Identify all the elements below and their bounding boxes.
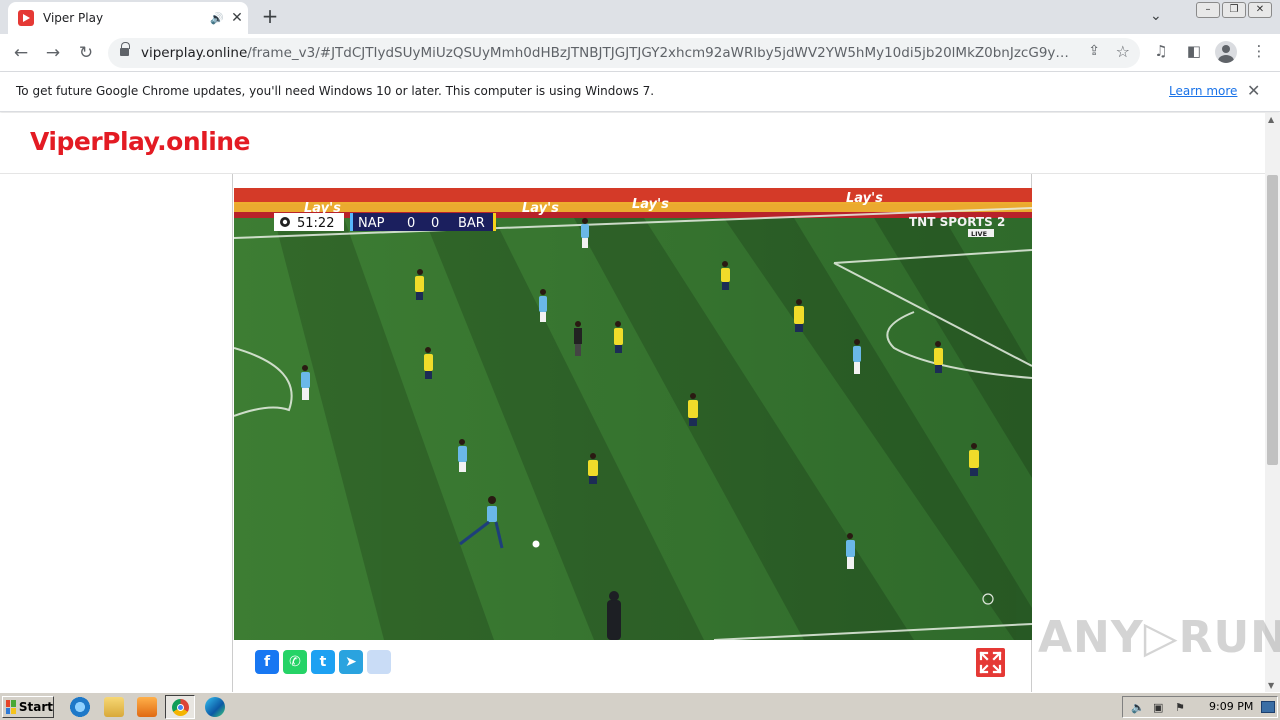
away-team: BAR <box>458 216 485 231</box>
media-control-icon[interactable]: ♫ <box>1150 42 1172 60</box>
volume-icon[interactable]: 🔈 <box>1131 701 1145 714</box>
chrome-update-infobar: To get future Google Chrome updates, you… <box>0 72 1280 112</box>
player-container: Lay's Lay's Lay's Lay's 51:22 NAP 0 0 BA… <box>232 174 1032 692</box>
internet-explorer-icon[interactable] <box>70 697 90 717</box>
ad-logo: Lay's <box>522 201 559 216</box>
scrollbar-thumb[interactable] <box>1267 175 1278 465</box>
broadcaster-name: TNT SPORTS 2 <box>909 215 1005 229</box>
tab-strip: Viper Play 🔊 ✕ + ⌄ – ❐ ✕ <box>0 0 1280 34</box>
flag-icon[interactable]: ⚑ <box>1175 701 1189 714</box>
more-share-button[interactable] <box>367 650 391 674</box>
facebook-share-button[interactable]: f <box>255 650 279 674</box>
fullscreen-button[interactable] <box>976 648 1005 677</box>
infobar-message: To get future Google Chrome updates, you… <box>16 84 655 98</box>
start-label: Start <box>18 700 53 714</box>
new-tab-button[interactable]: + <box>258 5 282 29</box>
lock-icon[interactable] <box>120 42 130 57</box>
ad-logo: Lay's <box>632 197 669 212</box>
chrome-taskbar-button[interactable] <box>165 695 195 719</box>
scroll-down-icon[interactable]: ▼ <box>1268 681 1274 690</box>
reload-icon[interactable]: ↻ <box>73 40 99 66</box>
home-team: NAP <box>358 216 385 231</box>
share-icon[interactable]: ⇪ <box>1088 43 1100 59</box>
tab-title: Viper Play <box>43 11 104 25</box>
whatsapp-share-button[interactable]: ✆ <box>283 650 307 674</box>
taskbar-clock[interactable]: 9:09 PM <box>1209 700 1253 713</box>
network-icon[interactable]: ▣ <box>1153 701 1167 714</box>
system-tray: 🔈 ▣ ⚑ 9:09 PM <box>1122 696 1278 718</box>
share-bar: f ✆ t ➤ <box>255 650 391 674</box>
start-button[interactable]: Start <box>2 696 54 718</box>
show-desktop-icon[interactable] <box>1261 701 1275 713</box>
ball <box>532 540 540 548</box>
ad-logo: Lay's <box>846 191 883 206</box>
close-window-button[interactable]: ✕ <box>1248 2 1272 18</box>
edge-icon[interactable] <box>205 697 225 717</box>
windows-logo-icon <box>6 700 16 714</box>
restore-button[interactable]: ❐ <box>1222 2 1246 18</box>
media-player-icon[interactable] <box>137 697 157 717</box>
forward-arrow-icon[interactable]: → <box>40 40 66 66</box>
away-score: 0 <box>431 216 439 231</box>
learn-more-link[interactable]: Learn more <box>1169 84 1237 98</box>
bookmark-star-icon[interactable]: ☆ <box>1116 42 1130 61</box>
scroll-up-icon[interactable]: ▲ <box>1268 115 1274 124</box>
url-text[interactable]: viperplay.online/frame_v3/#JTdCJTIydSUyM… <box>141 45 1069 61</box>
site-logo[interactable]: ViperPlay.online <box>30 127 251 156</box>
browser-toolbar: ← → ↻ viperplay.online/frame_v3/#JTdCJTI… <box>0 34 1280 72</box>
fullscreen-icon <box>979 651 1002 674</box>
minimize-button[interactable]: – <box>1196 2 1220 18</box>
video-player[interactable]: Lay's Lay's Lay's Lay's 51:22 NAP 0 0 BA… <box>234 188 1032 640</box>
close-infobar-icon[interactable]: ✕ <box>1247 81 1260 100</box>
match-clock: 51:22 <box>297 216 334 231</box>
football-pitch-frame: Lay's Lay's Lay's Lay's 51:22 NAP 0 0 BA… <box>234 188 1032 640</box>
anyrun-watermark: ANY▷RUN <box>1038 612 1280 663</box>
window-controls: – ❐ ✕ <box>1196 2 1272 18</box>
audio-playing-icon[interactable]: 🔊 <box>210 12 226 25</box>
back-arrow-icon[interactable]: ← <box>8 40 34 66</box>
side-panel-icon[interactable]: ◧ <box>1183 42 1205 60</box>
menu-dots-icon[interactable]: ⋮ <box>1248 42 1270 60</box>
page-content: ViperPlay.online Lay's Lay's Lay's Lay's… <box>0 113 1265 692</box>
close-tab-icon[interactable]: ✕ <box>226 10 248 26</box>
page-scrollbar[interactable]: ▲ ▼ <box>1265 113 1280 692</box>
browser-tab[interactable]: Viper Play 🔊 ✕ <box>8 2 248 34</box>
twitter-share-button[interactable]: t <box>311 650 335 674</box>
telegram-share-button[interactable]: ➤ <box>339 650 363 674</box>
profile-avatar-icon[interactable] <box>1215 41 1237 63</box>
file-explorer-icon[interactable] <box>104 697 124 717</box>
live-badge: LIVE <box>971 230 987 238</box>
scoreboard: 51:22 NAP 0 0 BAR <box>274 213 496 231</box>
home-score: 0 <box>407 216 415 231</box>
tab-search-chevron-icon[interactable]: ⌄ <box>1150 8 1162 24</box>
windows-taskbar: Start 🔈 ▣ ⚑ 9:09 PM <box>0 692 1280 720</box>
viperplay-favicon-icon <box>18 10 34 26</box>
site-header: ViperPlay.online <box>0 113 1265 174</box>
address-bar[interactable]: viperplay.online/frame_v3/#JTdCJTIydSUyM… <box>108 38 1140 68</box>
